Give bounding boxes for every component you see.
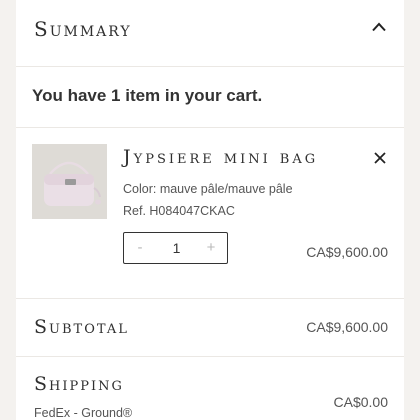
product-reference: Ref. H084047CKAC (123, 204, 235, 218)
order-summary-panel: Summary You have 1 item in your cart. Jy… (16, 0, 404, 420)
cart-item: Jypsiere mini bag Color: mauve pâle/mauv… (16, 128, 404, 298)
product-color: Color: mauve pâle/mauve pâle (123, 182, 293, 196)
shipping-method: FedEx - Ground® (34, 406, 133, 420)
divider (16, 356, 404, 357)
cart-count-text: You have 1 item in your cart. (32, 86, 263, 105)
subtotal-value: CA$9,600.00 (306, 319, 388, 335)
bag-image (32, 144, 107, 219)
close-icon[interactable] (374, 152, 386, 164)
chevron-up-icon[interactable] (372, 22, 386, 32)
item-price: CA$9,600.00 (306, 244, 388, 260)
quantity-stepper: - 1 + (123, 232, 228, 264)
summary-header[interactable]: Summary (16, 0, 404, 67)
divider (16, 298, 404, 299)
subtotal-label: Subtotal (34, 316, 129, 338)
summary-title: Summary (34, 17, 132, 41)
decrease-quantity-button[interactable]: - (130, 239, 150, 256)
product-thumbnail[interactable] (32, 144, 107, 219)
increase-quantity-button[interactable]: + (201, 239, 221, 256)
shipping-label: Shipping (34, 373, 124, 395)
product-name[interactable]: Jypsiere mini bag (123, 146, 318, 168)
shipping-value: CA$0.00 (333, 394, 388, 410)
quantity-input[interactable]: 1 (159, 240, 194, 256)
